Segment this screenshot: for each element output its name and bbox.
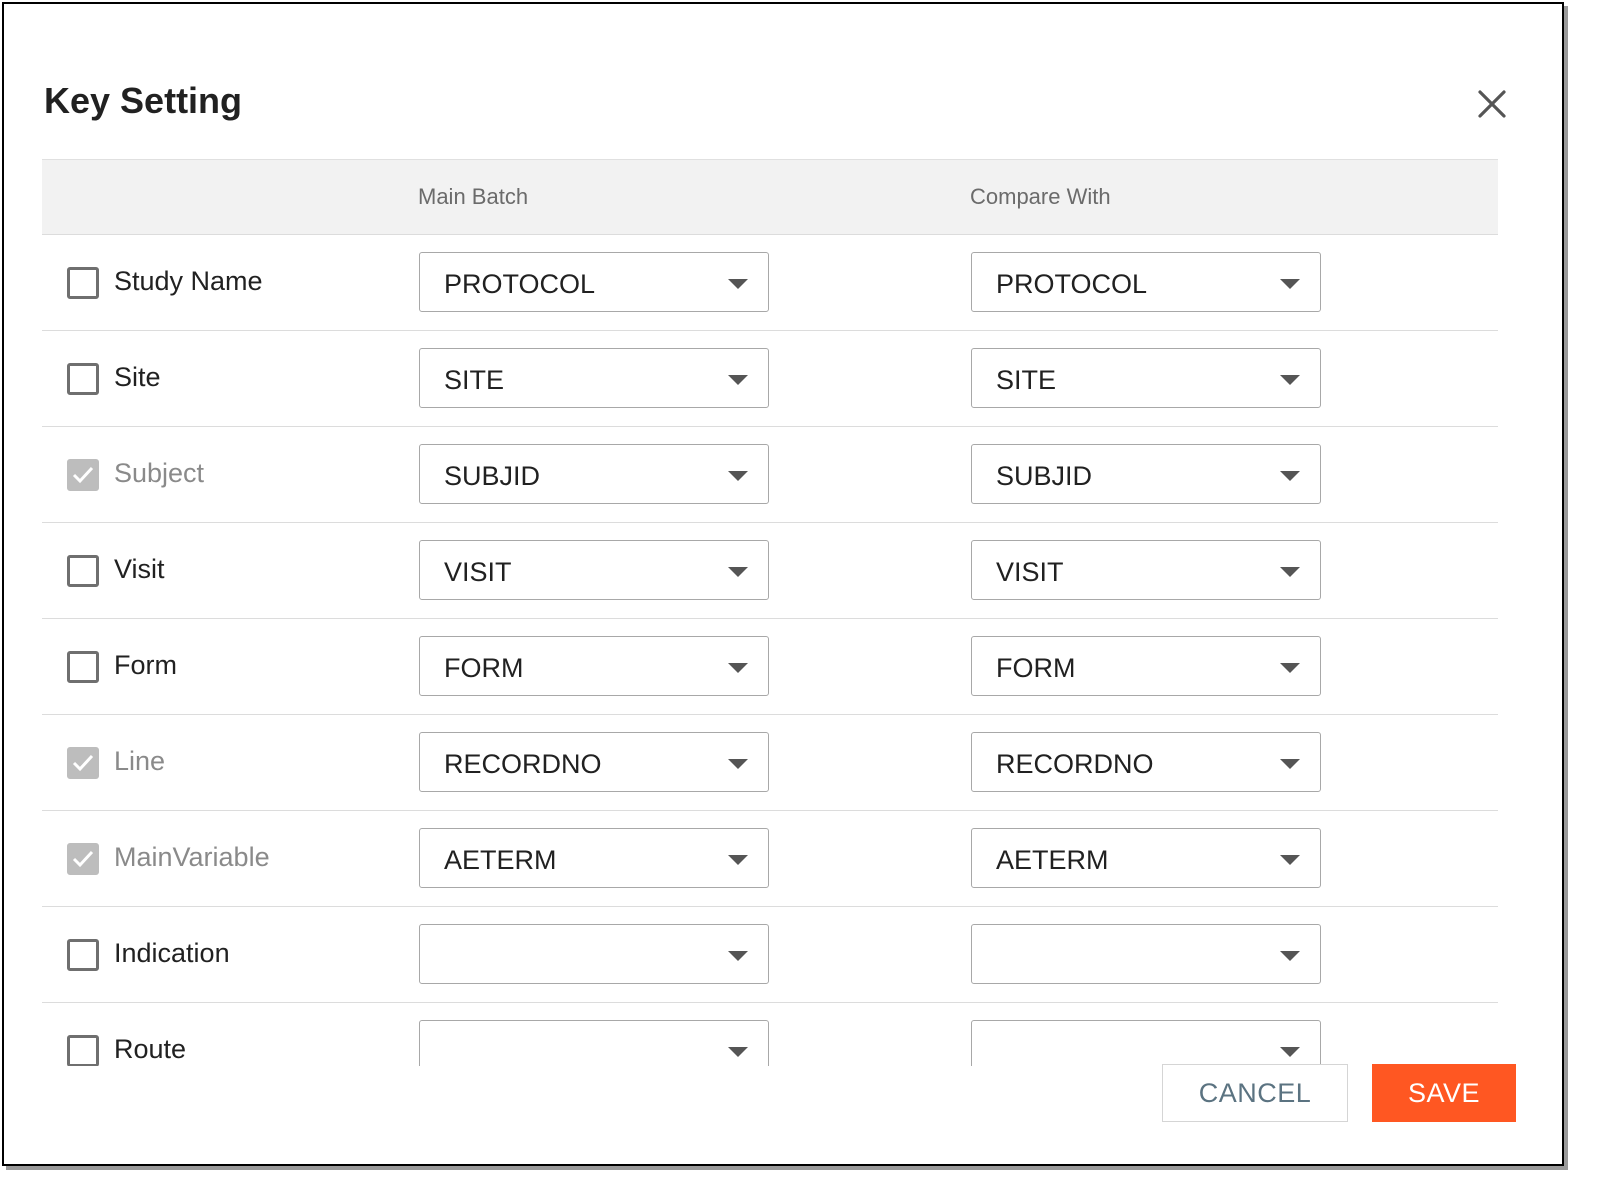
compare-with-select[interactable] (971, 924, 1321, 984)
chevron-down-icon (1280, 471, 1300, 481)
main-batch-select[interactable]: SITE (419, 348, 769, 408)
chevron-down-icon (1280, 855, 1300, 865)
chevron-down-icon (728, 1047, 748, 1057)
compare-with-select[interactable]: SITE (971, 348, 1321, 408)
table-row: Route (42, 1003, 1498, 1066)
chevron-down-icon (1280, 279, 1300, 289)
compare-with-select[interactable]: RECORDNO (971, 732, 1321, 792)
save-button[interactable]: SAVE (1372, 1064, 1516, 1122)
compare-with-select[interactable]: PROTOCOL (971, 252, 1321, 312)
row-checkbox[interactable] (67, 363, 99, 395)
chevron-down-icon (1280, 1047, 1300, 1057)
row-checkbox[interactable] (67, 555, 99, 587)
close-icon (1478, 90, 1506, 118)
chevron-down-icon (1280, 663, 1300, 673)
compare-with-select[interactable]: FORM (971, 636, 1321, 696)
row-label: MainVariable (114, 842, 270, 872)
chevron-down-icon (728, 855, 748, 865)
main-batch-select[interactable]: PROTOCOL (419, 252, 769, 312)
row-checkbox[interactable] (67, 1035, 99, 1066)
table-header: Main Batch Compare With (42, 159, 1498, 235)
table-row: Form FORM FORM (42, 619, 1498, 715)
row-label: Site (114, 362, 161, 392)
checkmark-icon (72, 850, 94, 868)
row-label: Route (114, 1034, 187, 1064)
chevron-down-icon (728, 663, 748, 673)
chevron-down-icon (728, 279, 748, 289)
select-value: RECORDNO (444, 749, 602, 779)
select-value: SUBJID (996, 461, 1093, 491)
main-batch-select[interactable] (419, 924, 769, 984)
row-checkbox (67, 459, 99, 491)
table-row: Line RECORDNO RECORDNO (42, 715, 1498, 811)
chevron-down-icon (728, 471, 748, 481)
compare-with-select[interactable]: VISIT (971, 540, 1321, 600)
main-batch-select[interactable]: VISIT (419, 540, 769, 600)
table-body: Study Name PROTOCOL PROTOCOL Site SITE SITE Su… (42, 235, 1498, 1066)
key-table: Main Batch Compare With Study Name PROTOC… (42, 159, 1498, 1066)
row-label: Visit (114, 554, 165, 584)
close-button[interactable] (1472, 84, 1512, 124)
main-batch-select[interactable]: RECORDNO (419, 732, 769, 792)
select-value: AETERM (996, 845, 1109, 875)
select-value: FORM (444, 653, 524, 683)
chevron-down-icon (728, 375, 748, 385)
table-row: Indication (42, 907, 1498, 1003)
select-value: SUBJID (444, 461, 541, 491)
header-compare-with: Compare With (970, 184, 1111, 209)
select-value: RECORDNO (996, 749, 1154, 779)
chevron-down-icon (1280, 759, 1300, 769)
row-label: Line (114, 746, 166, 776)
checkmark-icon (72, 754, 94, 772)
row-label: Study Name (114, 266, 263, 296)
compare-with-select[interactable] (971, 1020, 1321, 1066)
row-checkbox[interactable] (67, 939, 99, 971)
dialog-title: Key Setting (44, 80, 243, 121)
select-value: FORM (996, 653, 1076, 683)
main-batch-select[interactable]: AETERM (419, 828, 769, 888)
select-value: SITE (444, 365, 505, 395)
select-value: VISIT (444, 557, 512, 587)
cancel-button[interactable]: CANCEL (1162, 1064, 1348, 1122)
chevron-down-icon (728, 567, 748, 577)
row-checkbox (67, 747, 99, 779)
compare-with-select[interactable]: AETERM (971, 828, 1321, 888)
select-value: PROTOCOL (996, 269, 1148, 299)
key-setting-dialog: Key Setting Main Batch Compare With Stud… (2, 2, 1564, 1166)
table-row: Study Name PROTOCOL PROTOCOL (42, 235, 1498, 331)
main-batch-select[interactable] (419, 1020, 769, 1066)
row-checkbox (67, 843, 99, 875)
select-value: SITE (996, 365, 1057, 395)
table-row: Subject SUBJID SUBJID (42, 427, 1498, 523)
row-label: Form (114, 650, 177, 680)
row-label: Indication (114, 938, 230, 968)
main-batch-select[interactable]: SUBJID (419, 444, 769, 504)
header-main-batch: Main Batch (418, 184, 529, 209)
chevron-down-icon (728, 951, 748, 961)
checkmark-icon (72, 466, 94, 484)
select-value: VISIT (996, 557, 1064, 587)
row-label: Subject (114, 458, 205, 488)
compare-with-select[interactable]: SUBJID (971, 444, 1321, 504)
table-row: Site SITE SITE (42, 331, 1498, 427)
chevron-down-icon (1280, 951, 1300, 961)
table-row: MainVariable AETERM AETERM (42, 811, 1498, 907)
select-value: AETERM (444, 845, 557, 875)
chevron-down-icon (1280, 567, 1300, 577)
row-checkbox[interactable] (67, 651, 99, 683)
table-row: Visit VISIT VISIT (42, 523, 1498, 619)
main-batch-select[interactable]: FORM (419, 636, 769, 696)
chevron-down-icon (1280, 375, 1300, 385)
row-checkbox[interactable] (67, 267, 99, 299)
select-value: PROTOCOL (444, 269, 596, 299)
chevron-down-icon (728, 759, 748, 769)
